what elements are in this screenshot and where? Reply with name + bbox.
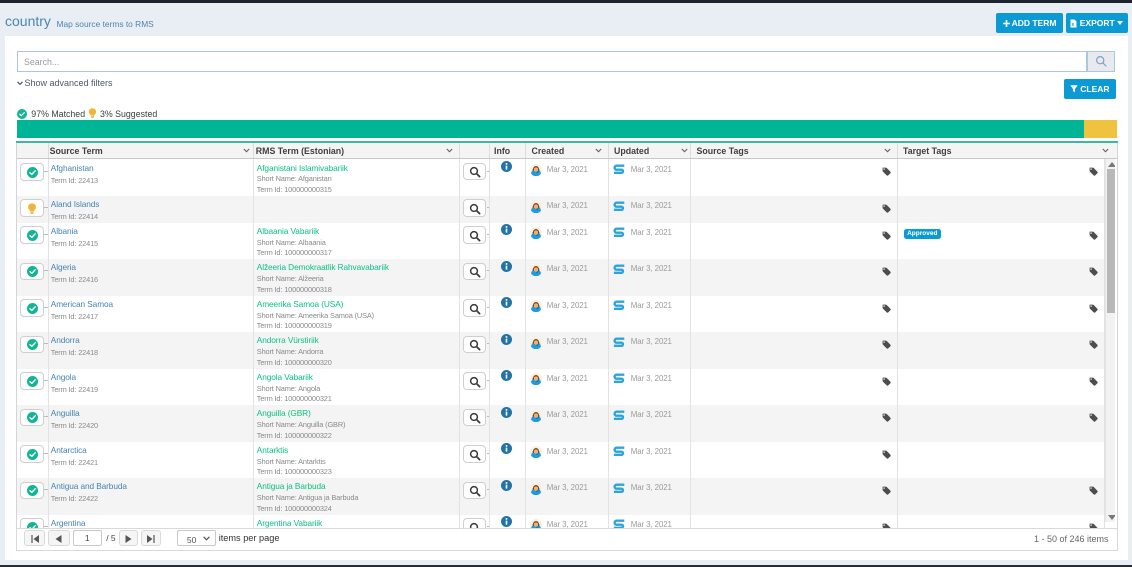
svg-text:x: x xyxy=(1072,21,1075,27)
